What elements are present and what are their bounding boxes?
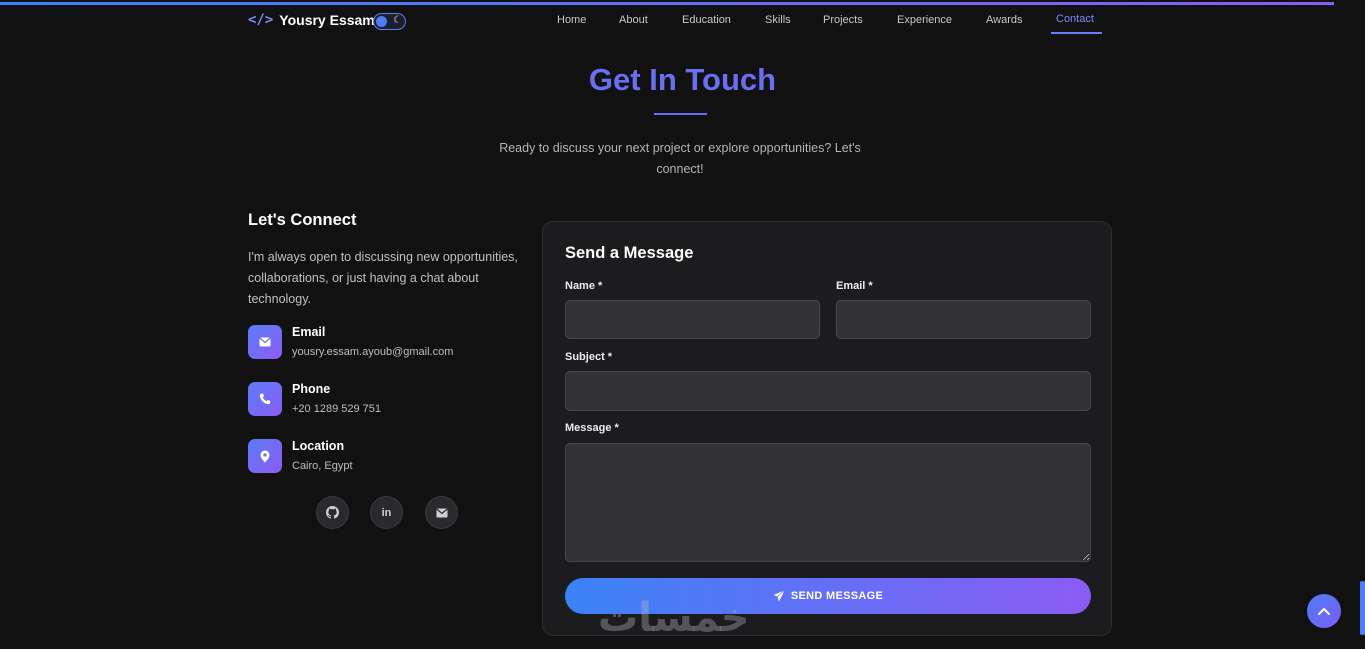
subject-label: Subject * [565, 351, 613, 363]
nav-link-experience[interactable]: Experience [897, 14, 952, 26]
map-pin-icon [248, 439, 282, 473]
back-to-top-button[interactable] [1307, 594, 1341, 628]
chevron-up-icon [1318, 607, 1330, 615]
contact-label: Email [292, 325, 326, 339]
send-message-label: SEND MESSAGE [790, 590, 884, 602]
nav-link-contact[interactable]: Contact [1056, 13, 1094, 25]
page-title: Get In Touch [588, 62, 777, 97]
contact-value[interactable]: +20 1289 529 751 [292, 403, 381, 415]
contact-item-email: Email yousry.essam.ayoub@gmail.com [248, 325, 508, 365]
linkedin-link[interactable]: in [370, 496, 403, 529]
page-subtitle: Ready to discuss your next project or ex… [499, 141, 861, 176]
nav-link-projects[interactable]: Projects [823, 14, 863, 26]
email-label: Email * [836, 280, 873, 292]
moon-icon: ☾ [393, 15, 402, 26]
contact-label: Phone [292, 382, 331, 396]
brand-name: Yousry Essam [279, 12, 375, 28]
connect-description: I'm always open to discussing new opport… [248, 250, 518, 306]
active-nav-underline [1051, 32, 1102, 34]
contact-value[interactable]: yousry.essam.ayoub@gmail.com [292, 346, 453, 358]
code-icon: </> [248, 12, 274, 28]
paper-plane-icon [773, 590, 785, 602]
phone-icon [248, 382, 282, 416]
nav-link-about[interactable]: About [619, 14, 648, 26]
toggle-knob [376, 16, 387, 27]
nav-link-education[interactable]: Education [682, 14, 731, 26]
subject-input[interactable] [565, 371, 1091, 411]
navbar: </> Yousry Essam ☾ Home About Education … [0, 5, 1365, 41]
connect-heading: Let's Connect [248, 211, 357, 229]
name-input[interactable] [565, 300, 820, 339]
watermark-logo: خمسات [598, 595, 750, 641]
contact-value: Cairo, Egypt [292, 460, 353, 472]
envelope-icon [435, 508, 448, 517]
nav-link-skills[interactable]: Skills [765, 14, 791, 26]
name-label: Name * [565, 280, 603, 292]
form-title: Send a Message [565, 244, 694, 262]
theme-toggle[interactable]: ☾ [373, 13, 406, 30]
nav-link-awards[interactable]: Awards [986, 14, 1022, 26]
contact-item-phone: Phone +20 1289 529 751 [248, 382, 508, 422]
scrollbar-thumb[interactable] [1360, 581, 1365, 635]
nav-link-home[interactable]: Home [557, 14, 586, 26]
linkedin-icon: in [381, 506, 392, 519]
contact-label: Location [292, 439, 345, 453]
message-textarea[interactable] [565, 443, 1091, 562]
contact-item-location: Location Cairo, Egypt [248, 439, 508, 479]
github-icon [326, 506, 339, 519]
email-link[interactable] [425, 496, 458, 529]
github-link[interactable] [316, 496, 349, 529]
brand[interactable]: </> Yousry Essam [248, 12, 375, 28]
contact-form: Send a Message Name * Email * Subject * … [542, 221, 1112, 636]
message-label: Message * [565, 422, 619, 434]
email-input[interactable] [836, 300, 1091, 339]
envelope-icon [248, 325, 282, 359]
title-divider [654, 113, 707, 115]
